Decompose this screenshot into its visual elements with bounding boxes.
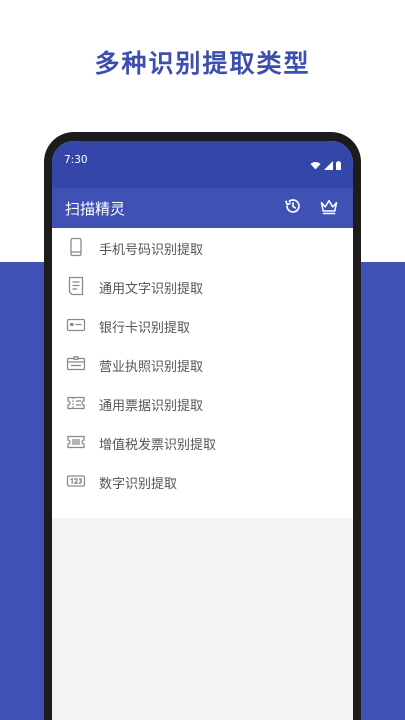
phone-device-icon bbox=[66, 237, 86, 257]
phone-screen: 7:30 扫描精灵 手机号码识别提取 通用文字识别提取 银行卡识别提取 营业执照… bbox=[52, 141, 353, 720]
list-item-general-ticket[interactable]: 通用票据识别提取 bbox=[52, 384, 353, 423]
history-button[interactable] bbox=[282, 197, 304, 219]
list-item-vat-invoice[interactable]: 增值税发票识别提取 bbox=[52, 423, 353, 462]
number-icon bbox=[66, 471, 86, 491]
crown-icon bbox=[319, 197, 339, 219]
status-icons bbox=[310, 155, 341, 174]
feature-list: 手机号码识别提取 通用文字识别提取 银行卡识别提取 营业执照识别提取 通用票据识… bbox=[52, 228, 353, 518]
list-item-general-text[interactable]: 通用文字识别提取 bbox=[52, 267, 353, 306]
list-item-label: 营业执照识别提取 bbox=[99, 360, 204, 375]
history-icon bbox=[284, 197, 302, 219]
app-title: 扫描精灵 bbox=[65, 200, 126, 218]
status-bar: 7:30 bbox=[52, 141, 353, 188]
status-time: 7:30 bbox=[64, 154, 88, 166]
document-icon bbox=[66, 276, 86, 296]
list-item-phone-number[interactable]: 手机号码识别提取 bbox=[52, 228, 353, 267]
list-item-label: 手机号码识别提取 bbox=[99, 243, 204, 258]
list-item-label: 通用票据识别提取 bbox=[99, 399, 204, 414]
vip-button[interactable] bbox=[318, 197, 340, 219]
list-bottom-padding bbox=[52, 501, 353, 518]
app-bar: 扫描精灵 bbox=[52, 188, 353, 228]
battery-icon bbox=[336, 155, 341, 174]
list-item-bank-card[interactable]: 银行卡识别提取 bbox=[52, 306, 353, 345]
ticket-icon bbox=[66, 393, 86, 413]
list-item-number[interactable]: 数字识别提取 bbox=[52, 462, 353, 501]
list-item-label: 增值税发票识别提取 bbox=[99, 438, 217, 453]
list-item-business-license[interactable]: 营业执照识别提取 bbox=[52, 345, 353, 384]
invoice-icon bbox=[66, 432, 86, 452]
list-item-label: 数字识别提取 bbox=[99, 477, 178, 492]
bank-card-icon bbox=[66, 315, 86, 335]
list-item-label: 银行卡识别提取 bbox=[99, 321, 191, 336]
list-item-label: 通用文字识别提取 bbox=[99, 282, 204, 297]
license-icon bbox=[66, 354, 86, 374]
signal-icon bbox=[324, 155, 333, 174]
phone-frame: 7:30 扫描精灵 手机号码识别提取 通用文字识别提取 银行卡识别提取 营业执照… bbox=[44, 132, 361, 720]
wifi-icon bbox=[310, 155, 321, 174]
promo-headline: 多种识别提取类型 bbox=[94, 49, 311, 78]
